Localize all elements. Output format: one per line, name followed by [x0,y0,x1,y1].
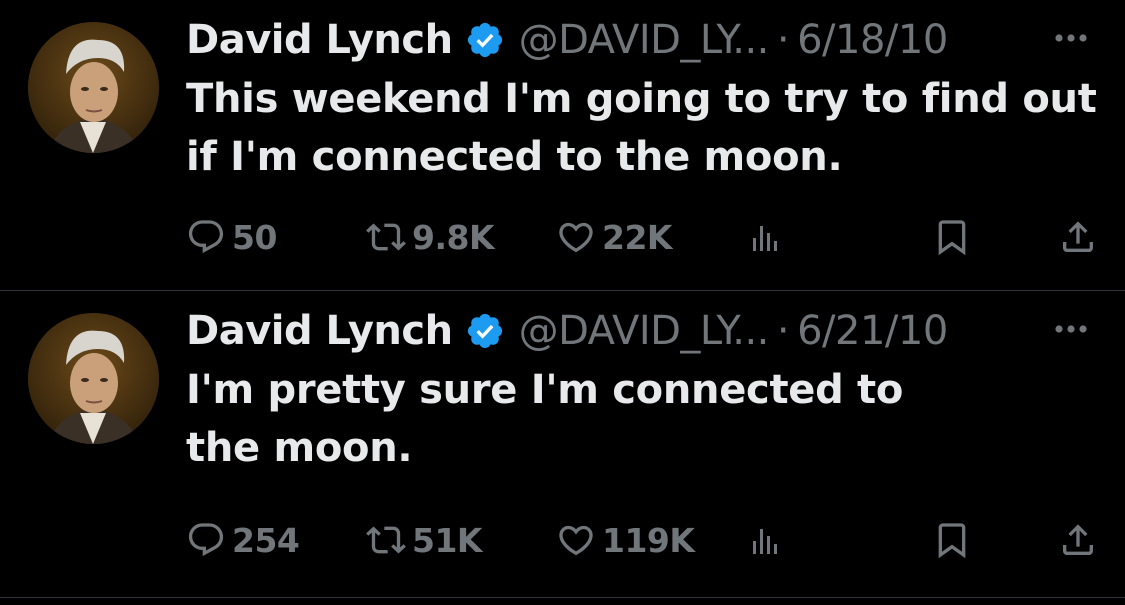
bookmark-button[interactable] [932,214,978,260]
tweet-header: David Lynch @DAVID_LY... · 6/18/10 [186,14,1006,66]
like-count: 22K [602,217,673,257]
share-button[interactable] [1058,214,1104,260]
views-icon [753,529,777,554]
like-button[interactable]: 22K [556,214,673,260]
retweet-count: 9.8K [412,217,495,257]
avatar[interactable] [28,22,159,153]
verified-badge-icon[interactable] [465,311,505,351]
separator-dot: · [776,308,790,354]
share-button[interactable] [1058,517,1104,563]
reply-icon [188,523,224,557]
retweet-button[interactable]: 51K [366,517,483,563]
author-name[interactable]: David Lynch [186,17,453,63]
tweet-date[interactable]: 6/18/10 [797,17,948,63]
like-count: 119K [602,520,695,560]
views-button[interactable] [746,214,792,260]
views-button[interactable] [746,517,792,563]
author-name[interactable]: David Lynch [186,308,453,354]
author-handle[interactable]: @DAVID_LY... [519,17,770,63]
bookmark-icon [938,523,966,559]
tweet-date[interactable]: 6/21/10 [797,308,948,354]
reply-count: 50 [232,217,277,257]
reply-button[interactable]: 50 [186,214,277,260]
verified-badge-icon[interactable] [465,20,505,60]
views-icon [753,226,777,251]
tweet-text: This weekend I'm going to try to find ou… [186,76,1097,180]
author-handle[interactable]: @DAVID_LY... [519,308,770,354]
retweet-button[interactable]: 9.8K [366,214,495,260]
retweet-count: 51K [412,520,483,560]
tweet-actions: 50 9.8K 22K [186,214,1096,260]
retweet-icon [366,526,406,554]
share-icon [1063,524,1093,555]
separator-dot: · [776,17,790,63]
reply-icon [188,220,224,254]
reply-button[interactable]: 254 [186,517,300,563]
retweet-icon [366,223,406,251]
bookmark-icon [938,220,966,256]
share-icon [1063,221,1093,252]
bookmark-button[interactable] [932,517,978,563]
tweet[interactable]: David Lynch @DAVID_LY... · 6/18/10 This … [0,0,1125,290]
avatar[interactable] [28,313,159,444]
more-options-icon[interactable] [1051,30,1091,46]
heart-icon [559,525,593,556]
like-button[interactable]: 119K [556,517,695,563]
tweet[interactable]: David Lynch @DAVID_LY... · 6/21/10 I'm p… [0,291,1125,581]
tweet-actions: 254 51K 119K [186,517,1096,563]
heart-icon [559,222,593,253]
more-options-icon[interactable] [1051,321,1091,337]
tweet-header: David Lynch @DAVID_LY... · 6/21/10 [186,305,1006,357]
reply-count: 254 [232,520,300,560]
tweet-divider [0,597,1125,598]
tweet-text: I'm pretty sure I'm connected to the moo… [186,367,904,471]
